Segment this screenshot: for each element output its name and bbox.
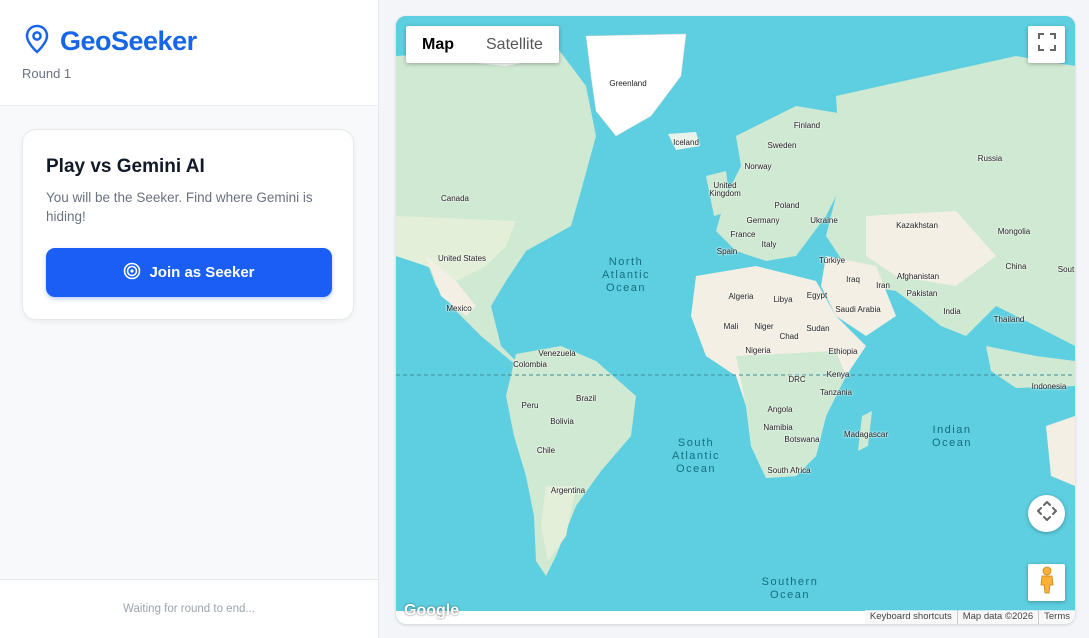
pan-arrows-icon (1036, 500, 1058, 527)
map-type-satellite[interactable]: Satellite (470, 26, 559, 63)
label-egypt: Egypt (806, 291, 828, 300)
label-chad: Chad (779, 332, 799, 341)
game-card: Play vs Gemini AI You will be the Seeker… (22, 129, 354, 320)
label-saudi-arabia: Saudi Arabia (835, 305, 881, 314)
street-view-pegman[interactable] (1028, 564, 1065, 601)
status-footer: Waiting for round to end... (0, 579, 378, 638)
label-sudan: Sudan (806, 324, 830, 333)
waiting-status: Waiting for round to end... (123, 603, 255, 615)
map-attribution: Keyboard shortcuts Map data ©2026 Terms (864, 610, 1075, 624)
card-description: You will be the Seeker. Find where Gemin… (46, 190, 313, 224)
label-spain: Spain (716, 247, 738, 256)
google-logo: Google (404, 602, 460, 619)
label-iran: Iran (876, 281, 890, 290)
round-label: Round 1 (22, 66, 72, 81)
label-germany: Germany (746, 216, 780, 225)
label-france: France (730, 230, 756, 239)
label-tanzania: Tanzania (819, 388, 853, 397)
fullscreen-icon (1037, 33, 1056, 56)
label-libya: Libya (773, 295, 793, 304)
label-thailand: Thailand (993, 315, 1025, 324)
terms-link[interactable]: Terms (1038, 610, 1075, 624)
map-data-text: Map data ©2026 (956, 610, 1038, 624)
map-type-map[interactable]: Map (406, 26, 470, 63)
label-drc: DRC (788, 375, 806, 384)
sidebar: GeoSeeker Round 1 Play vs Gemini AI You … (0, 0, 379, 638)
label-niger: Niger (754, 322, 774, 331)
label-south-atlantic: South Atlantic Ocean (671, 437, 721, 475)
map-canvas (396, 16, 1075, 624)
label-turkey: Türkiye (818, 256, 846, 265)
label-brazil: Brazil (575, 394, 597, 403)
fullscreen-button[interactable] (1028, 26, 1065, 63)
label-peru: Peru (521, 401, 539, 410)
app-title: GeoSeeker (60, 26, 197, 56)
label-mongolia: Mongolia (997, 227, 1031, 236)
label-venezuela: Venezuela (538, 349, 576, 358)
label-usa: United States (437, 254, 487, 263)
logo: GeoSeeker (24, 24, 197, 59)
label-indonesia: Indonesia (1031, 382, 1067, 391)
label-argentina: Argentina (550, 486, 586, 495)
world-map[interactable]: Greenland Iceland Finland Sweden Norway … (396, 16, 1075, 624)
label-kenya: Kenya (826, 370, 850, 379)
label-namibia: Namibia (763, 423, 793, 432)
label-canada: Canada (440, 194, 470, 203)
pan-control[interactable] (1028, 495, 1065, 532)
label-kazakhstan: Kazakhstan (896, 221, 938, 230)
label-ethiopia: Ethiopia (828, 347, 858, 356)
map-type-control: Map Satellite (406, 26, 559, 63)
label-indian-ocean: Indian Ocean (932, 424, 972, 449)
label-chile: Chile (536, 446, 556, 455)
label-angola: Angola (767, 405, 793, 414)
label-greenland: Greenland (609, 79, 647, 88)
keyboard-shortcuts-link[interactable]: Keyboard shortcuts (865, 610, 957, 624)
card-title: Play vs Gemini AI (46, 156, 205, 177)
map-pin-icon (24, 24, 50, 59)
label-south-africa: South Africa (767, 466, 811, 475)
label-ukraine: Ukraine (810, 216, 838, 225)
join-button-label: Join as Seeker (149, 264, 255, 281)
label-uk: United Kingdom (709, 181, 741, 198)
label-bolivia: Bolivia (550, 417, 574, 426)
label-iceland: Iceland (673, 138, 699, 147)
label-afghanistan: Afghanistan (896, 272, 940, 281)
label-southern-ocean: Southern Ocean (761, 576, 819, 601)
label-norway: Norway (744, 162, 772, 171)
pegman-icon (1038, 566, 1056, 599)
label-mali: Mali (723, 322, 739, 331)
label-india: India (943, 307, 961, 316)
label-nigeria: Nigeria (745, 346, 771, 355)
label-colombia: Colombia (513, 360, 547, 369)
label-finland: Finland (793, 121, 821, 130)
label-south-cut: Sout (1057, 265, 1075, 274)
label-madagascar: Madagascar (843, 430, 889, 439)
label-mexico: Mexico (446, 304, 472, 313)
label-algeria: Algeria (728, 292, 754, 301)
label-poland: Poland (774, 201, 800, 210)
target-icon (123, 262, 149, 284)
label-italy: Italy (761, 240, 777, 249)
label-north-atlantic: North Atlantic Ocean (601, 256, 651, 294)
label-pakistan: Pakistan (906, 289, 938, 298)
join-as-seeker-button[interactable]: Join as Seeker (46, 248, 332, 297)
label-sweden: Sweden (767, 141, 797, 150)
label-iraq: Iraq (846, 275, 860, 284)
label-china: China (1005, 262, 1027, 271)
sidebar-header: GeoSeeker Round 1 (0, 0, 378, 106)
label-russia: Russia (977, 154, 1003, 163)
label-botswana: Botswana (784, 435, 820, 444)
